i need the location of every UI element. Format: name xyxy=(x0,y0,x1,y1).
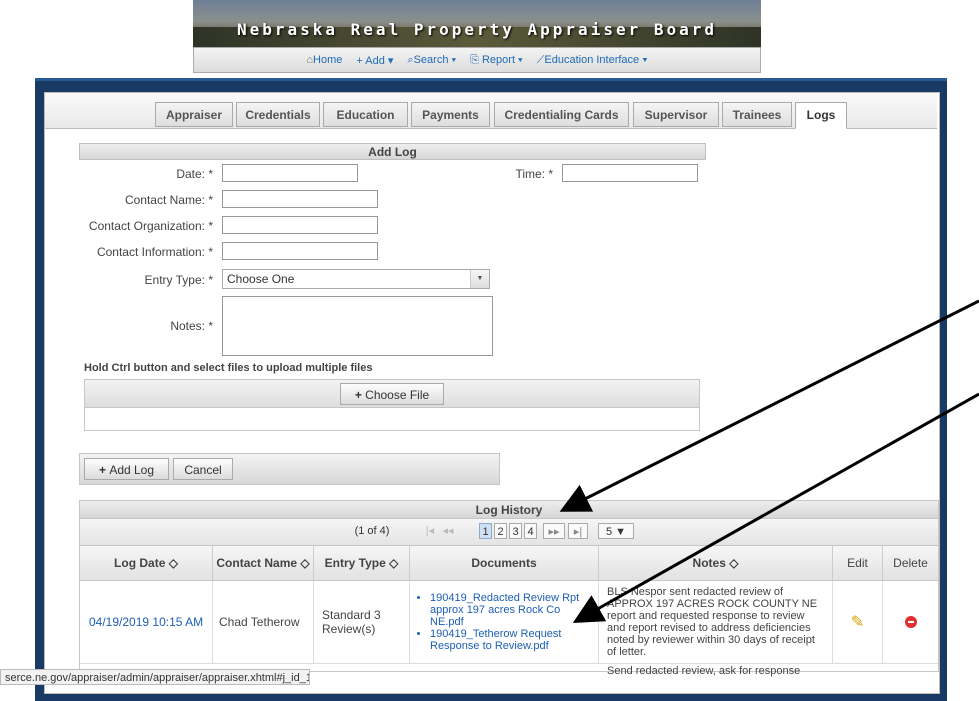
arrow-to-documents xyxy=(572,392,979,623)
arrow-to-log-history xyxy=(559,299,979,512)
annotation-arrows xyxy=(559,299,979,623)
browser-status-url: serce.ne.gov/appraiser/admin/appraiser/a… xyxy=(0,669,310,685)
